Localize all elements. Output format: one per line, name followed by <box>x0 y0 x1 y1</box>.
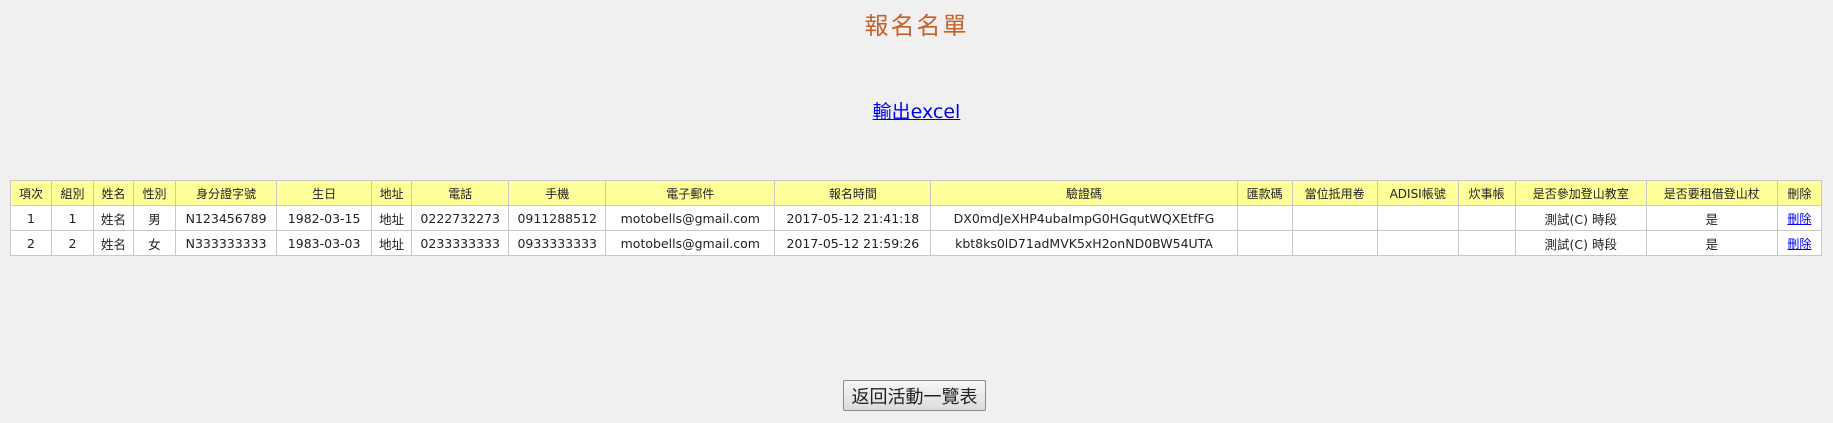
table-cell <box>1236 205 1293 231</box>
column-header: 身分證字號 <box>175 180 278 206</box>
table-cell: 測試(C) 時段 <box>1514 230 1647 256</box>
table-cell: 2 <box>9 230 53 256</box>
table-cell: 0222732273 <box>411 205 510 231</box>
table-cell: motobells@gmail.com <box>605 230 776 256</box>
table-cell <box>1236 230 1293 256</box>
table-cell: motobells@gmail.com <box>605 205 776 231</box>
column-header: 刪除 <box>1776 180 1823 206</box>
column-header: 性別 <box>133 180 177 206</box>
table-cell: 0233333333 <box>411 230 510 256</box>
column-header: ADISI帳號 <box>1376 180 1459 206</box>
table-cell: 0911288512 <box>508 205 607 231</box>
table-cell: N333333333 <box>175 230 278 256</box>
table-cell: 是 <box>1645 205 1778 231</box>
table-cell: 2 <box>51 230 95 256</box>
column-header: 電話 <box>411 180 510 206</box>
table-cell: 2017-05-12 21:41:18 <box>774 205 932 231</box>
table-cell: 1 <box>9 205 53 231</box>
column-header: 生日 <box>276 180 373 206</box>
page: 報名名單 輸出excel 項次 組別 姓名 性別 身分證字號 生日 地址 電話 … <box>0 0 1833 423</box>
table-cell: 女 <box>133 230 177 256</box>
column-header: 是否要租借登山杖 <box>1645 180 1778 206</box>
table-cell: 地址 <box>371 230 413 256</box>
delete-link[interactable]: 刪除 <box>1787 237 1811 251</box>
table-row: 2 2 姓名 女 N333333333 1983-03-03 地址 023333… <box>9 230 1823 256</box>
column-header: 匯款碼 <box>1236 180 1293 206</box>
table-cell <box>1291 230 1378 256</box>
registration-table-wrapper: 項次 組別 姓名 性別 身分證字號 生日 地址 電話 手機 電子郵件 報名時間 … <box>9 180 1823 256</box>
table-cell: 2017-05-12 21:59:26 <box>774 230 932 256</box>
export-link-container: 輸出excel <box>0 97 1833 124</box>
column-header: 姓名 <box>93 180 135 206</box>
table-header-row: 項次 組別 姓名 性別 身分證字號 生日 地址 電話 手機 電子郵件 報名時間 … <box>9 180 1823 206</box>
table-cell <box>1457 230 1516 256</box>
column-header: 組別 <box>51 180 95 206</box>
delete-cell: 刪除 <box>1776 230 1823 256</box>
table-cell <box>1457 205 1516 231</box>
column-header: 炊事帳 <box>1457 180 1516 206</box>
delete-link[interactable]: 刪除 <box>1787 212 1811 226</box>
column-header: 當位抵用卷 <box>1291 180 1378 206</box>
column-header: 電子郵件 <box>605 180 776 206</box>
table-cell: N123456789 <box>175 205 278 231</box>
table-cell <box>1291 205 1378 231</box>
column-header: 手機 <box>508 180 607 206</box>
column-header: 項次 <box>9 180 53 206</box>
column-header: 地址 <box>371 180 413 206</box>
table-cell: 1982-03-15 <box>276 205 373 231</box>
column-header: 驗證碼 <box>930 180 1238 206</box>
delete-cell: 刪除 <box>1776 205 1823 231</box>
table-cell: 是 <box>1645 230 1778 256</box>
table-cell: 地址 <box>371 205 413 231</box>
back-to-activity-list-button[interactable]: 返回活動一覽表 <box>843 380 986 411</box>
export-excel-link[interactable]: 輸出excel <box>873 101 961 123</box>
table-cell: DX0mdJeXHP4ubaImpG0HGqutWQXEtfFG <box>930 205 1238 231</box>
table-cell: 測試(C) 時段 <box>1514 205 1647 231</box>
table-cell: 1983-03-03 <box>276 230 373 256</box>
table-cell <box>1376 230 1459 256</box>
table-cell: 姓名 <box>93 205 135 231</box>
table-cell: 0933333333 <box>508 230 607 256</box>
table-row: 1 1 姓名 男 N123456789 1982-03-15 地址 022273… <box>9 205 1823 231</box>
table-cell: 男 <box>133 205 177 231</box>
page-title: 報名名單 <box>864 12 969 40</box>
table-cell: 1 <box>51 205 95 231</box>
table-cell: kbt8ks0lD71adMVK5xH2onND0BW54UTA <box>930 230 1238 256</box>
table-cell <box>1376 205 1459 231</box>
column-header: 報名時間 <box>774 180 932 206</box>
table-cell: 姓名 <box>93 230 135 256</box>
column-header: 是否參加登山教室 <box>1514 180 1647 206</box>
registration-table: 項次 組別 姓名 性別 身分證字號 生日 地址 電話 手機 電子郵件 報名時間 … <box>9 180 1823 256</box>
